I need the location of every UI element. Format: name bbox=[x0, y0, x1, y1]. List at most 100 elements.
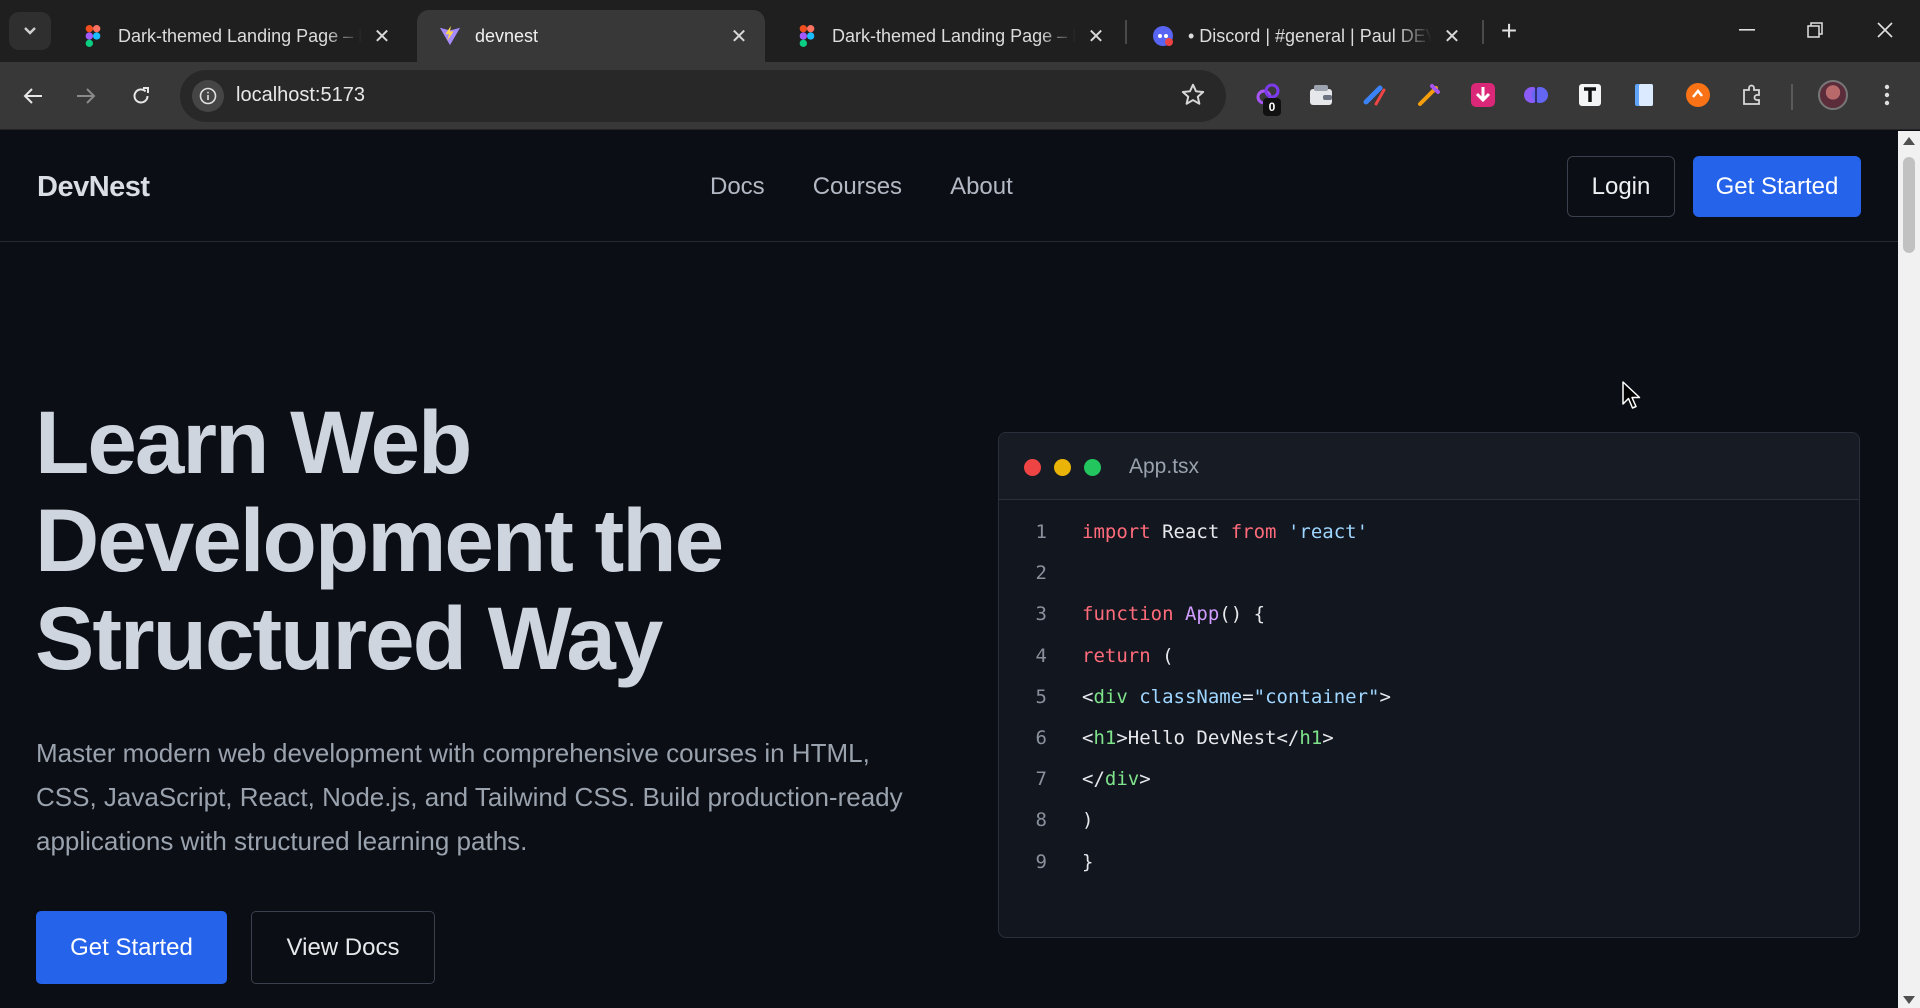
figma-icon bbox=[796, 25, 818, 47]
download-extension-icon[interactable] bbox=[1468, 80, 1498, 110]
url-text: localhost:5173 bbox=[236, 84, 365, 106]
tab-search-button[interactable] bbox=[9, 12, 51, 50]
line-number: 4 bbox=[1035, 644, 1047, 667]
orange-extension-icon[interactable] bbox=[1683, 80, 1713, 110]
nav-link-courses[interactable]: Courses bbox=[813, 173, 902, 201]
code-text: <div className="container"> bbox=[1082, 685, 1391, 708]
browser-tab-figma-1[interactable]: Dark-themed Landing Page – Figma ✕ bbox=[60, 10, 408, 62]
code-window: App.tsx 1 import React from 'react' 2 3 func… bbox=[998, 432, 1860, 938]
chevron-down-icon bbox=[24, 27, 36, 35]
browser-tab-discord[interactable]: • Discord | #general | Paul DEV's ✕ bbox=[1130, 10, 1478, 62]
forward-button[interactable] bbox=[66, 76, 106, 116]
line-number: 8 bbox=[1035, 809, 1047, 832]
code-line: 4 return ( bbox=[999, 639, 1859, 673]
line-number: 7 bbox=[1035, 768, 1047, 791]
address-bar[interactable]: localhost:5173 bbox=[180, 70, 1226, 122]
brush-extension-icon[interactable] bbox=[1360, 80, 1390, 110]
nav-link-about[interactable]: About bbox=[950, 173, 1013, 201]
line-number: 5 bbox=[1035, 685, 1047, 708]
new-tab-button[interactable]: + bbox=[1492, 14, 1526, 48]
close-window-button[interactable] bbox=[1851, 0, 1919, 60]
code-line: 2 bbox=[999, 556, 1859, 590]
login-button[interactable]: Login bbox=[1567, 156, 1675, 217]
minimize-button[interactable] bbox=[1713, 0, 1781, 60]
code-text: function App() { bbox=[1082, 603, 1266, 626]
mouse-cursor-icon bbox=[1622, 381, 1641, 409]
code-text: import React from 'react' bbox=[1082, 521, 1369, 543]
site-info-icon[interactable] bbox=[192, 80, 224, 112]
code-text: return ( bbox=[1082, 644, 1174, 667]
close-dot bbox=[1024, 459, 1041, 476]
browser-menu-button[interactable] bbox=[1872, 78, 1902, 112]
scroll-down-arrow-icon[interactable] bbox=[1903, 996, 1915, 1004]
code-filename: App.tsx bbox=[1129, 455, 1200, 478]
notes-extension-icon[interactable] bbox=[1629, 80, 1659, 110]
page-scrollbar[interactable] bbox=[1898, 131, 1920, 1008]
hero-title-line: Development the bbox=[35, 490, 724, 590]
code-line: 8) bbox=[999, 803, 1859, 837]
code-line: 9} bbox=[999, 845, 1859, 879]
minimize-icon bbox=[1739, 29, 1755, 31]
page-viewport: DevNest Docs Courses About Login Get Sta… bbox=[0, 131, 1898, 1008]
hero-title-line: Learn Web bbox=[35, 392, 472, 492]
bookmark-star-icon[interactable] bbox=[1180, 82, 1206, 113]
code-text: </div> bbox=[1082, 768, 1151, 791]
discord-icon bbox=[1152, 25, 1174, 47]
main-nav: Docs Courses About bbox=[710, 173, 1013, 201]
wallet-extension-icon[interactable] bbox=[1306, 80, 1336, 110]
close-icon[interactable]: ✕ bbox=[368, 22, 396, 50]
puzzle-extensions-icon[interactable] bbox=[1737, 80, 1767, 110]
minimize-dot bbox=[1054, 459, 1071, 476]
close-icon bbox=[1877, 22, 1893, 38]
code-window-header: App.tsx bbox=[999, 433, 1859, 500]
nav-link-docs[interactable]: Docs bbox=[710, 173, 765, 201]
hero-title: Learn Web Development the Structured Way bbox=[35, 393, 935, 687]
more-vertical-icon bbox=[1884, 84, 1890, 106]
code-line: 1 import React from 'react' bbox=[999, 515, 1859, 549]
profile-avatar[interactable] bbox=[1818, 80, 1848, 110]
back-button[interactable] bbox=[13, 76, 53, 116]
code-text: ) bbox=[1082, 809, 1094, 832]
hero-title-line: Structured Way bbox=[35, 588, 663, 688]
scrollbar-thumb[interactable] bbox=[1903, 157, 1915, 253]
text-extension-icon[interactable] bbox=[1575, 80, 1605, 110]
arrow-left-icon bbox=[23, 88, 42, 104]
browser-tab-devnest[interactable]: devnest ✕ bbox=[417, 10, 765, 62]
browser-tab-figma-2[interactable]: Dark-themed Landing Page – Figma ✕ bbox=[774, 10, 1122, 62]
restore-button[interactable] bbox=[1781, 0, 1849, 60]
vite-icon bbox=[439, 25, 461, 47]
line-number: 1 bbox=[1035, 521, 1047, 543]
line-number: 2 bbox=[1035, 562, 1047, 585]
code-line: 3 function App() { bbox=[999, 597, 1859, 631]
site-header: DevNest Docs Courses About Login Get Sta… bbox=[0, 131, 1898, 242]
extension-badge: 0 bbox=[1263, 98, 1281, 116]
arrow-right-icon bbox=[77, 88, 96, 104]
hero-subtitle: Master modern web development with compr… bbox=[36, 738, 903, 856]
browser-tab-bar: Dark-themed Landing Page – Figma ✕ devne… bbox=[0, 0, 1920, 62]
tab-separator bbox=[1125, 20, 1127, 44]
reload-button[interactable] bbox=[121, 76, 161, 116]
header-get-started-button[interactable]: Get Started bbox=[1693, 156, 1861, 217]
site-logo[interactable]: DevNest bbox=[37, 171, 150, 204]
brain-extension-icon[interactable] bbox=[1521, 80, 1551, 110]
color-picker-extension-icon[interactable] bbox=[1414, 80, 1444, 110]
line-number: 3 bbox=[1035, 603, 1047, 626]
code-text: <h1>Hello DevNest</h1> bbox=[1082, 727, 1334, 749]
scroll-up-arrow-icon[interactable] bbox=[1903, 137, 1915, 145]
close-icon[interactable]: ✕ bbox=[1438, 22, 1466, 50]
restore-icon bbox=[1807, 22, 1823, 38]
tab-title: Dark-themed Landing Page – Figma bbox=[832, 25, 1076, 46]
code-line: 7 </div> bbox=[999, 762, 1859, 796]
line-number: 9 bbox=[1035, 850, 1047, 873]
tab-title: Dark-themed Landing Page – Figma bbox=[118, 25, 362, 46]
close-icon[interactable]: ✕ bbox=[725, 22, 753, 50]
close-icon[interactable]: ✕ bbox=[1082, 22, 1110, 50]
code-text: } bbox=[1082, 850, 1094, 873]
reload-icon bbox=[133, 87, 149, 104]
hero-get-started-button[interactable]: Get Started bbox=[36, 911, 227, 984]
code-line: 5 <div className="container"> bbox=[999, 680, 1859, 714]
view-docs-button[interactable]: View Docs bbox=[251, 911, 435, 984]
tab-title: devnest bbox=[475, 25, 539, 46]
line-number: 6 bbox=[1035, 727, 1047, 749]
code-line: 6 <h1>Hello DevNest</h1> bbox=[999, 721, 1859, 755]
